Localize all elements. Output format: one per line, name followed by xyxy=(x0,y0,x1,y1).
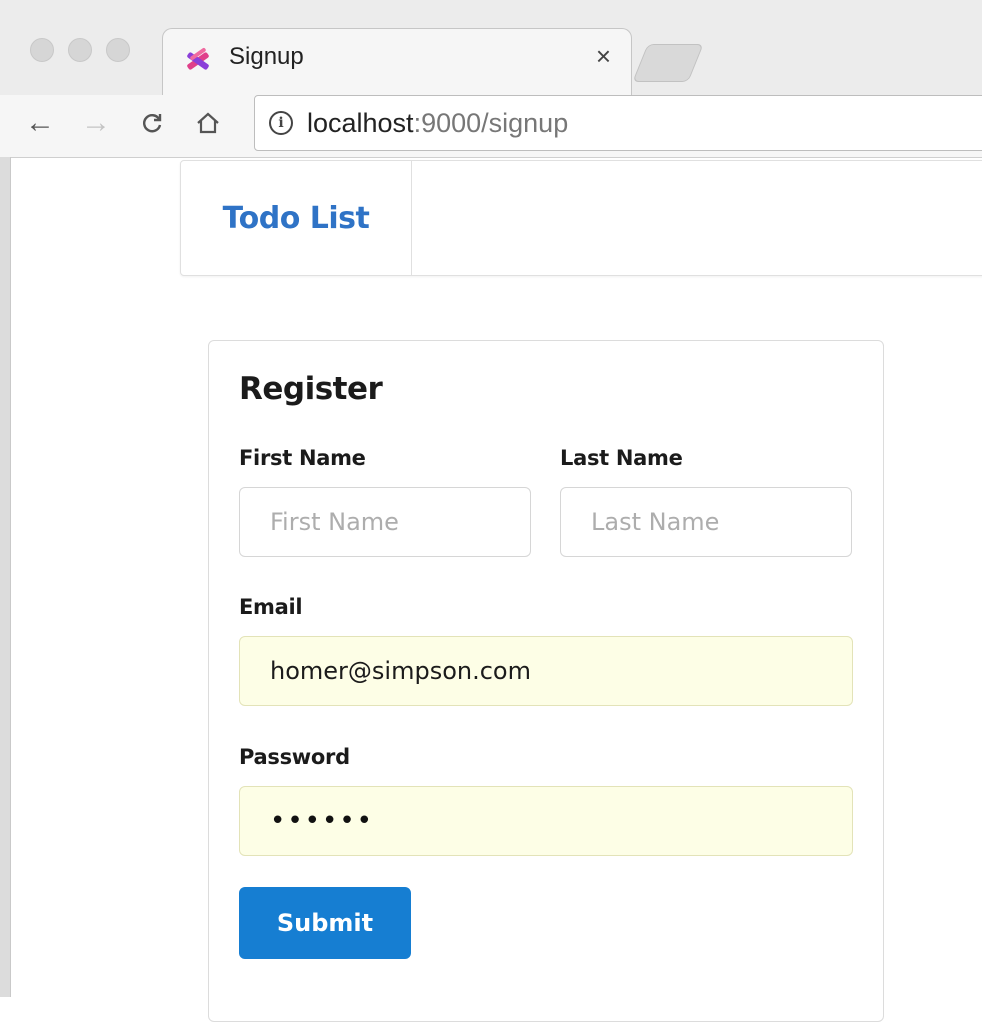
window-controls xyxy=(30,38,130,62)
url-path: :9000/signup xyxy=(413,107,569,138)
close-window-button[interactable] xyxy=(30,38,54,62)
new-tab-button[interactable] xyxy=(632,44,704,82)
minimize-window-button[interactable] xyxy=(68,38,92,62)
maximize-window-button[interactable] xyxy=(106,38,130,62)
url-host: localhost xyxy=(307,107,414,138)
home-icon[interactable] xyxy=(188,103,228,143)
last-name-field[interactable]: Last Name xyxy=(560,487,852,557)
password-mask: •••••• xyxy=(270,806,375,836)
info-icon[interactable]: i xyxy=(269,111,293,135)
last-name-label: Last Name xyxy=(560,446,683,470)
browser-tab[interactable]: Signup × xyxy=(162,28,632,97)
password-field[interactable]: •••••• xyxy=(239,786,853,856)
favicon-icon xyxy=(187,47,209,70)
tab-close-icon[interactable]: × xyxy=(596,41,611,71)
forward-arrow-icon[interactable]: → xyxy=(76,103,116,143)
first-name-field[interactable]: First Name xyxy=(239,487,531,557)
app-navbar: Todo List xyxy=(180,160,982,276)
register-card: Register First Name First Name Last Name… xyxy=(208,340,884,1022)
email-field[interactable]: homer@simpson.com xyxy=(239,636,853,706)
browser-tab-strip: Signup × xyxy=(0,0,982,97)
password-label: Password xyxy=(239,745,350,769)
submit-button[interactable]: Submit xyxy=(239,887,411,959)
back-arrow-icon[interactable]: ← xyxy=(20,103,60,143)
email-label: Email xyxy=(239,595,303,619)
url-text: localhost:9000/signup xyxy=(307,108,568,139)
window-left-edge xyxy=(0,157,11,997)
first-name-label: First Name xyxy=(239,446,366,470)
address-bar[interactable]: i localhost:9000/signup xyxy=(254,95,982,151)
browser-toolbar: ← → i localhost:9000/signup xyxy=(0,95,982,158)
brand-link[interactable]: Todo List xyxy=(181,161,412,275)
tab-title: Signup xyxy=(229,43,304,70)
page-title: Register xyxy=(239,371,383,407)
reload-icon[interactable] xyxy=(132,103,172,143)
